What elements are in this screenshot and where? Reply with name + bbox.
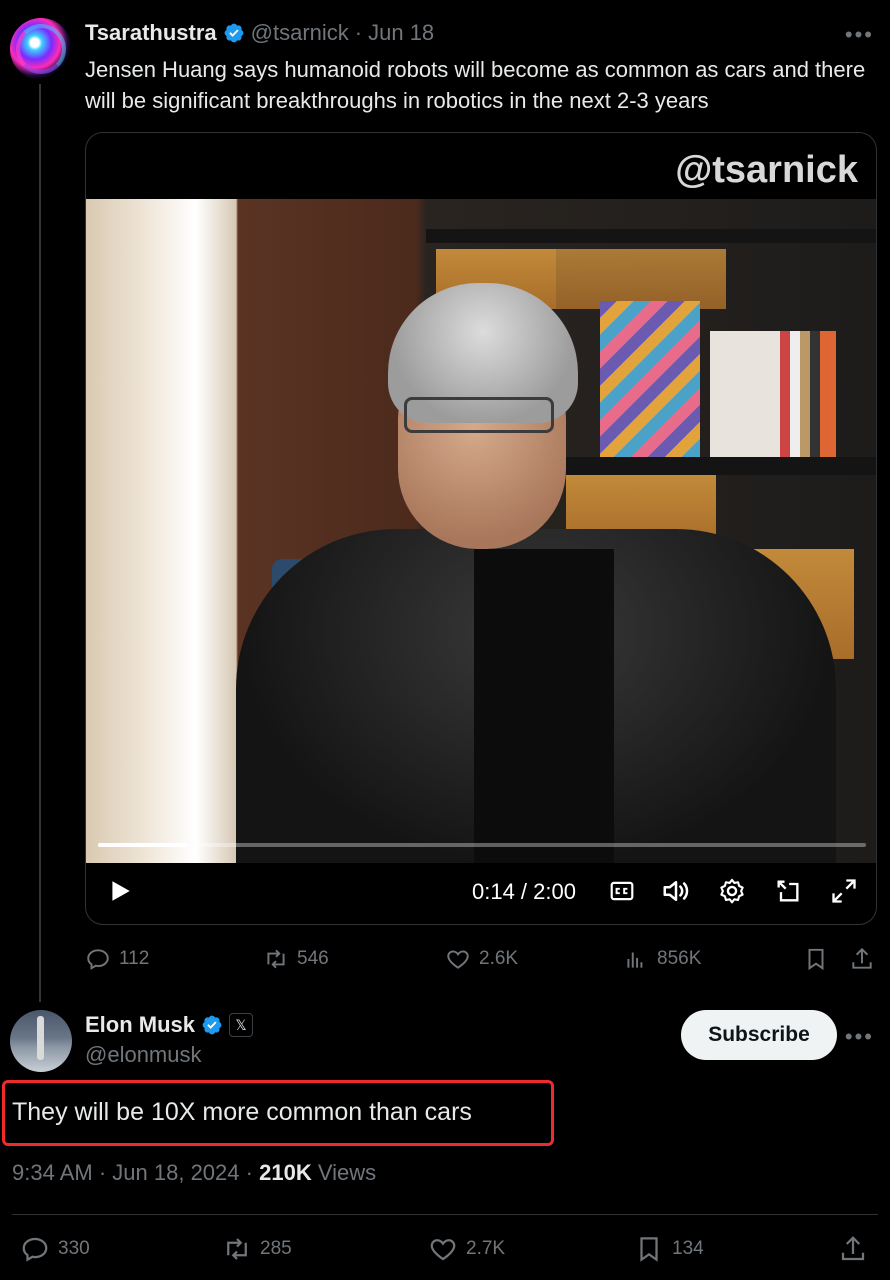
reply-text: They will be 10X more common than cars [12, 1098, 472, 1126]
separator-dot: · [98, 1160, 107, 1185]
rocket-silhouette [37, 1016, 44, 1060]
separator-dot: · [354, 20, 363, 45]
bookmark-count: 134 [672, 1238, 704, 1259]
like-count: 2.6K [479, 948, 519, 969]
repost-icon [227, 1238, 247, 1260]
repost-button[interactable]: 285 [222, 1234, 292, 1264]
share-button[interactable] [849, 946, 875, 972]
shelf [556, 457, 876, 475]
views-button[interactable]: 856K [623, 946, 701, 972]
bookmark-button[interactable]: 134 [634, 1234, 704, 1264]
repost-count: 546 [297, 948, 329, 969]
reply-author-name[interactable]: Elon Musk [85, 1012, 195, 1038]
share-icon [841, 1236, 865, 1261]
thread-connector-line [39, 84, 41, 1002]
tweet-text: Jensen Huang says humanoid robots will b… [85, 57, 866, 113]
repost-button[interactable]: 546 [263, 946, 329, 972]
author-name[interactable]: Tsarathustra [85, 20, 217, 46]
reply-views-label: Views [317, 1160, 377, 1185]
settings-gear-icon[interactable] [716, 875, 748, 907]
bookmark-button[interactable] [803, 946, 829, 972]
bookmark-icon [808, 948, 824, 971]
share-button[interactable] [838, 1234, 868, 1264]
avatar-tsarathustra[interactable] [10, 18, 72, 80]
reply-button[interactable]: 330 [20, 1234, 90, 1264]
book-box [600, 301, 700, 457]
fullscreen-icon[interactable] [828, 875, 860, 907]
subscribe-button[interactable]: Subscribe [681, 1010, 837, 1060]
author-handle[interactable]: @tsarnick [251, 20, 349, 46]
tweet-date[interactable]: Jun 18 [368, 20, 434, 46]
reply-count: 330 [58, 1238, 90, 1259]
reply-count: 112 [119, 948, 150, 969]
reply-time[interactable]: 9:34 AM [12, 1160, 93, 1185]
reply-views-count: 210K [259, 1160, 312, 1185]
reply-icon [22, 1237, 48, 1262]
book [710, 331, 780, 457]
heart-icon [447, 950, 469, 969]
like-count: 2.7K [466, 1238, 506, 1259]
shirt [474, 549, 614, 863]
reply-icon [87, 949, 109, 970]
repost-icon [267, 949, 285, 969]
avatar-elonmusk[interactable] [10, 1010, 72, 1072]
video-player[interactable]: @tsarnick 0:14 / 2:00 [85, 132, 877, 925]
glasses [404, 397, 554, 433]
shelf-panel [556, 249, 726, 309]
picture-in-picture-icon[interactable] [772, 875, 804, 907]
tweet-header: Tsarathustra @tsarnick · Jun 18 [85, 20, 434, 46]
reply-button[interactable]: 112 [85, 946, 149, 972]
reply-author-handle[interactable]: @elonmusk [85, 1042, 202, 1068]
verified-badge-icon [224, 23, 244, 43]
views-count: 856K [657, 948, 702, 969]
bookmark-icon [640, 1237, 658, 1262]
like-button[interactable]: 2.6K [445, 946, 518, 972]
tweet-actions: 112 546 2.6K 856K [85, 944, 877, 978]
divider [12, 1214, 878, 1215]
video-frame[interactable] [86, 199, 876, 863]
video-progress-bar[interactable] [98, 843, 866, 847]
video-controls: 0:14 / 2:00 [86, 863, 876, 924]
captions-icon[interactable] [608, 877, 636, 905]
views-chart-icon [627, 952, 643, 968]
video-time: 0:14 / 2:00 [472, 879, 576, 904]
like-button[interactable]: 2.7K [428, 1234, 505, 1264]
video-progress-fill [98, 843, 188, 847]
reply-actions: 330 285 2.7K 134 [0, 1234, 890, 1270]
verified-badge-icon [202, 1015, 222, 1035]
shelf [426, 229, 876, 243]
reply-header: Elon Musk 𝕏 [85, 1012, 254, 1038]
repost-count: 285 [260, 1238, 292, 1259]
video-watermark: @tsarnick [675, 149, 858, 191]
heart-icon [430, 1239, 456, 1261]
reply-metadata: 9:34 AM · Jun 18, 2024 · 210K Views [12, 1160, 376, 1186]
volume-icon[interactable] [660, 875, 692, 907]
reply-date[interactable]: Jun 18, 2024 [112, 1160, 239, 1185]
book [780, 331, 836, 457]
share-icon [852, 947, 872, 969]
more-options-icon[interactable]: ••• [845, 22, 874, 48]
more-options-icon[interactable]: ••• [845, 1024, 874, 1050]
separator-dot: · [245, 1160, 253, 1185]
play-icon[interactable] [106, 877, 134, 905]
x-affiliate-badge[interactable]: 𝕏 [229, 1013, 254, 1037]
